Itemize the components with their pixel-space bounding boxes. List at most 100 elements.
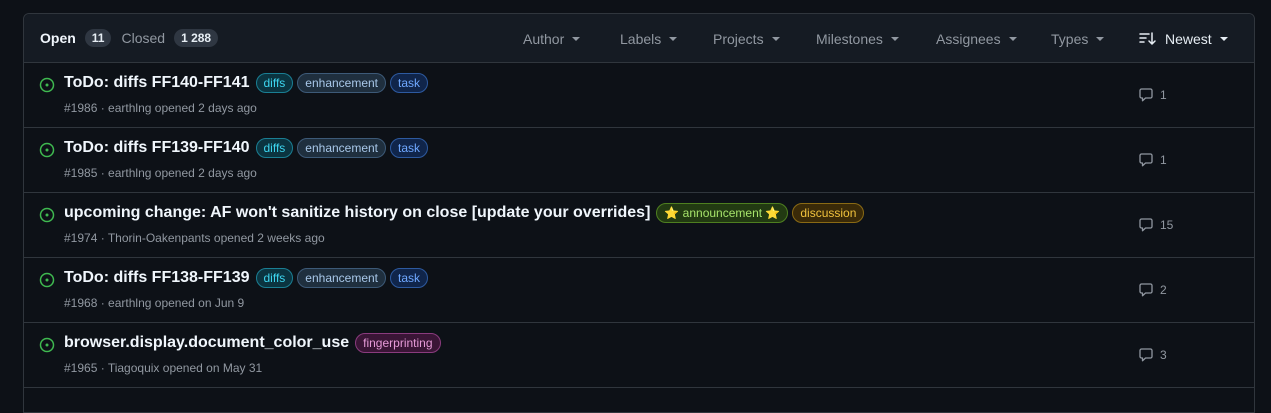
issue-label[interactable]: enhancement: [297, 73, 387, 93]
chevron-down-icon: [1008, 36, 1017, 41]
chevron-down-icon: [771, 36, 780, 41]
issue-opened-time: opened on Jun 9: [154, 296, 245, 310]
issue-title-line: ToDo: diffs FF140-FF141 diffs enhancement…: [64, 73, 429, 93]
issue-row[interactable]: upcoming change: AF won't sanitize histo…: [24, 193, 1254, 258]
issue-meta: #1985 · earthlng opened 2 days ago: [64, 166, 257, 180]
issue-label[interactable]: enhancement: [297, 268, 387, 288]
issue-meta: #1986 · earthlng opened 2 days ago: [64, 101, 257, 115]
issue-number: #1965: [64, 361, 98, 375]
assignees-filter-label: Assignees: [936, 30, 1001, 47]
issue-row[interactable]: ToDo: diffs FF139-FF140 diffs enhancement…: [24, 128, 1254, 193]
comment-count: 15: [1160, 218, 1174, 232]
issue-opened-time: opened 2 days ago: [154, 166, 257, 180]
types-filter-label: Types: [1051, 30, 1089, 47]
issue-comments-link[interactable]: 1: [1138, 152, 1167, 168]
issue-title-link[interactable]: browser.display.document_color_use: [64, 334, 349, 352]
labels-filter[interactable]: Labels: [620, 31, 690, 47]
issue-title-link[interactable]: ToDo: diffs FF138-FF139: [64, 269, 250, 287]
comment-icon: [1138, 347, 1160, 363]
chevron-down-icon: [572, 36, 581, 41]
chevron-down-icon: [1096, 36, 1105, 41]
issue-label[interactable]: discussion: [792, 203, 865, 223]
issue-row[interactable]: ToDo: diffs FF138-FF139 diffs enhancement…: [24, 258, 1254, 323]
author-filter-label: Author: [523, 30, 565, 47]
open-tab-label: Open: [40, 30, 76, 46]
comment-count: 2: [1160, 283, 1167, 297]
comment-count: 1: [1160, 153, 1167, 167]
issue-title-line: browser.display.document_color_use finge…: [64, 333, 441, 353]
milestones-filter[interactable]: Milestones: [816, 31, 906, 47]
chevron-down-icon: [669, 36, 678, 41]
issue-opened-time: opened 2 days ago: [154, 101, 257, 115]
issue-meta: #1968 · earthlng opened on Jun 9: [64, 296, 245, 310]
issue-label[interactable]: enhancement: [297, 138, 387, 158]
issue-labels: ⭐ announcement ⭐ discussion: [652, 203, 865, 223]
issue-row[interactable]: browser.display.document_color_use finge…: [24, 323, 1254, 388]
assignees-filter[interactable]: Assignees: [936, 31, 1026, 47]
issue-opened-icon: [39, 337, 55, 353]
issue-author[interactable]: earthlng: [108, 166, 151, 180]
issue-opened-time: opened on May 31: [162, 361, 263, 375]
milestones-filter-label: Milestones: [816, 30, 883, 47]
issue-opened-icon: [39, 207, 55, 223]
issues-list: ToDo: diffs FF140-FF141 diffs enhancement…: [24, 63, 1254, 388]
open-count-badge: 11: [84, 29, 112, 47]
issue-meta: #1974 · Thorin-Oakenpants opened 2 weeks…: [64, 231, 325, 245]
comment-icon: [1138, 217, 1160, 233]
sort-desc-icon: [1139, 31, 1157, 46]
issue-title-line: upcoming change: AF won't sanitize histo…: [64, 203, 865, 223]
issue-title-line: ToDo: diffs FF139-FF140 diffs enhancement…: [64, 138, 429, 158]
issue-opened-icon: [39, 142, 55, 158]
types-filter[interactable]: Types: [1051, 31, 1111, 47]
closed-count-badge: 1 288: [174, 29, 219, 47]
issue-opened-time: opened 2 weeks ago: [213, 231, 325, 245]
comment-icon: [1138, 152, 1160, 168]
issue-row[interactable]: ToDo: diffs FF140-FF141 diffs enhancement…: [24, 63, 1254, 128]
issue-meta: #1965 · Tiagoquix opened on May 31: [64, 361, 263, 375]
issue-label[interactable]: task: [390, 138, 429, 158]
issue-comments-link[interactable]: 2: [1138, 282, 1167, 298]
comment-icon: [1138, 282, 1160, 298]
open-issues-tab[interactable]: Open 11: [40, 29, 112, 47]
issue-labels: diffs enhancement task: [252, 73, 429, 93]
issue-title-link[interactable]: upcoming change: AF won't sanitize histo…: [64, 204, 650, 222]
issue-title-link[interactable]: ToDo: diffs FF140-FF141: [64, 74, 250, 92]
closed-tab-label: Closed: [121, 30, 166, 46]
issues-list-header: Open 11 Closed 1 288 Author Labels Proje…: [24, 14, 1254, 63]
issue-label[interactable]: diffs: [255, 268, 294, 288]
issues-list-box: Open 11 Closed 1 288 Author Labels Proje…: [23, 13, 1255, 413]
author-filter[interactable]: Author: [523, 31, 593, 47]
comment-count: 3: [1160, 348, 1167, 362]
sort-label: Newest: [1165, 30, 1212, 47]
issue-title-link[interactable]: ToDo: diffs FF139-FF140: [64, 139, 250, 157]
issue-label[interactable]: task: [390, 268, 429, 288]
issue-author[interactable]: earthlng: [108, 101, 151, 115]
projects-filter-label: Projects: [713, 30, 764, 47]
issue-number: #1985: [64, 166, 98, 180]
issue-number: #1974: [64, 231, 98, 245]
issue-labels: diffs enhancement task: [252, 138, 429, 158]
projects-filter[interactable]: Projects: [713, 31, 788, 47]
issue-labels: fingerprinting: [351, 333, 441, 353]
issue-label[interactable]: diffs: [255, 138, 294, 158]
issue-comments-link[interactable]: 1: [1138, 87, 1167, 103]
issue-label[interactable]: task: [390, 73, 429, 93]
issue-number: #1986: [64, 101, 98, 115]
comment-icon: [1138, 87, 1160, 103]
issue-label[interactable]: ⭐ announcement ⭐: [656, 203, 789, 223]
issue-author[interactable]: Thorin-Oakenpants: [108, 231, 211, 245]
closed-issues-tab[interactable]: Closed 1 288: [121, 29, 219, 47]
issue-opened-icon: [39, 77, 55, 93]
issue-opened-icon: [39, 272, 55, 288]
issue-author[interactable]: Tiagoquix: [108, 361, 160, 375]
labels-filter-label: Labels: [620, 30, 662, 47]
issue-comments-link[interactable]: 3: [1138, 347, 1167, 363]
sort-dropdown[interactable]: Newest: [1139, 31, 1239, 47]
issue-label[interactable]: fingerprinting: [355, 333, 441, 353]
issue-comments-link[interactable]: 15: [1138, 217, 1173, 233]
comment-count: 1: [1160, 88, 1167, 102]
issue-author[interactable]: earthlng: [108, 296, 151, 310]
chevron-down-icon: [890, 36, 899, 41]
issue-label[interactable]: diffs: [255, 73, 294, 93]
issue-number: #1968: [64, 296, 98, 310]
